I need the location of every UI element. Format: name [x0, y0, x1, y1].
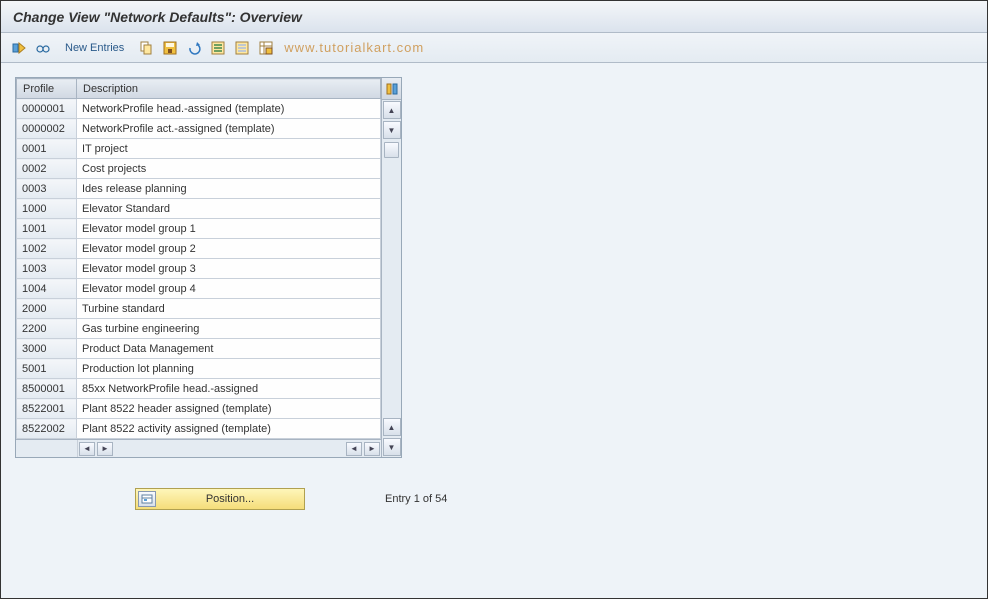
profile-cell[interactable]: 1002 [17, 239, 77, 259]
table-row[interactable]: 850000185xx NetworkProfile head.-assigne… [17, 379, 381, 399]
position-button[interactable]: Position... [135, 488, 305, 510]
table-row[interactable]: 2200Gas turbine engineering [17, 319, 381, 339]
description-cell[interactable]: Elevator Standard [77, 199, 381, 219]
scroll-thumb[interactable] [384, 142, 399, 158]
table-row[interactable]: 1000Elevator Standard [17, 199, 381, 219]
profile-cell[interactable]: 5001 [17, 359, 77, 379]
description-cell[interactable]: 85xx NetworkProfile head.-assigned [77, 379, 381, 399]
entry-count-text: Entry 1 of 54 [385, 493, 447, 505]
select-all-icon[interactable] [208, 38, 228, 58]
title-bar: Change View "Network Defaults": Overview [1, 1, 987, 33]
table-row[interactable]: 5001Production lot planning [17, 359, 381, 379]
table-row[interactable]: 8522001Plant 8522 header assigned (templ… [17, 399, 381, 419]
scroll-right-end-icon[interactable]: ► [364, 442, 380, 456]
table-row[interactable]: 2000Turbine standard [17, 299, 381, 319]
profile-cell[interactable]: 8500001 [17, 379, 77, 399]
horizontal-scrollbar[interactable]: ◄ ► ◄ ► [16, 439, 381, 457]
vertical-scrollbar[interactable]: ▲ ▼ ▲ ▼ [382, 100, 401, 457]
column-header-profile[interactable]: Profile [17, 79, 77, 99]
description-cell[interactable]: Plant 8522 header assigned (template) [77, 399, 381, 419]
profile-cell[interactable]: 2000 [17, 299, 77, 319]
table-row[interactable]: 0002Cost projects [17, 159, 381, 179]
profile-cell[interactable]: 8522002 [17, 419, 77, 439]
table-row[interactable]: 1004Elevator model group 4 [17, 279, 381, 299]
scroll-right-icon[interactable]: ► [97, 442, 113, 456]
side-column: ▲ ▼ ▲ ▼ [381, 78, 401, 457]
data-table: Profile Description 0000001NetworkProfil… [16, 78, 381, 439]
table-row[interactable]: 0000002NetworkProfile act.-assigned (tem… [17, 119, 381, 139]
profile-cell[interactable]: 1004 [17, 279, 77, 299]
description-cell[interactable]: Production lot planning [77, 359, 381, 379]
table-row[interactable]: 8522002Plant 8522 activity assigned (tem… [17, 419, 381, 439]
deselect-all-icon[interactable] [232, 38, 252, 58]
profile-cell[interactable]: 1000 [17, 199, 77, 219]
display-change-toggle-icon[interactable] [9, 38, 29, 58]
description-cell[interactable]: Plant 8522 activity assigned (template) [77, 419, 381, 439]
table-settings-icon[interactable] [256, 38, 276, 58]
profile-cell[interactable]: 0003 [17, 179, 77, 199]
page-title: Change View "Network Defaults": Overview [13, 9, 302, 25]
table-row[interactable]: 0000001NetworkProfile head.-assigned (te… [17, 99, 381, 119]
table-row[interactable]: 1001Elevator model group 1 [17, 219, 381, 239]
save-icon[interactable] [160, 38, 180, 58]
table-row[interactable]: 0003Ides release planning [17, 179, 381, 199]
new-entries-button[interactable]: New Entries [57, 42, 132, 54]
table-row[interactable]: 1003Elevator model group 3 [17, 259, 381, 279]
scroll-up-end-icon[interactable]: ▲ [383, 418, 401, 436]
description-cell[interactable]: Product Data Management [77, 339, 381, 359]
profile-cell[interactable]: 0000001 [17, 99, 77, 119]
profile-cell[interactable]: 8522001 [17, 399, 77, 419]
scroll-left-end-icon[interactable]: ◄ [346, 442, 362, 456]
description-cell[interactable]: Elevator model group 1 [77, 219, 381, 239]
table-row[interactable]: 3000Product Data Management [17, 339, 381, 359]
description-cell[interactable]: Elevator model group 4 [77, 279, 381, 299]
description-cell[interactable]: Gas turbine engineering [77, 319, 381, 339]
profile-cell[interactable]: 0001 [17, 139, 77, 159]
description-cell[interactable]: IT project [77, 139, 381, 159]
configure-columns-icon[interactable] [382, 78, 401, 100]
scroll-left-icon[interactable]: ◄ [79, 442, 95, 456]
profile-cell[interactable]: 0002 [17, 159, 77, 179]
description-cell[interactable]: Elevator model group 2 [77, 239, 381, 259]
description-cell[interactable]: NetworkProfile act.-assigned (template) [77, 119, 381, 139]
column-header-description[interactable]: Description [77, 79, 381, 99]
copy-icon[interactable] [136, 38, 156, 58]
toolbar: New Entries www.tutorialkart.com [1, 33, 987, 63]
profile-cell[interactable]: 3000 [17, 339, 77, 359]
content-area: Profile Description 0000001NetworkProfil… [1, 63, 987, 524]
scroll-down-end-icon[interactable]: ▼ [383, 438, 401, 456]
profile-cell[interactable]: 0000002 [17, 119, 77, 139]
profile-cell[interactable]: 1001 [17, 219, 77, 239]
profile-cell[interactable]: 1003 [17, 259, 77, 279]
table-container: Profile Description 0000001NetworkProfil… [15, 77, 402, 458]
profile-cell[interactable]: 2200 [17, 319, 77, 339]
description-cell[interactable]: Cost projects [77, 159, 381, 179]
description-cell[interactable]: Turbine standard [77, 299, 381, 319]
glasses-icon[interactable] [33, 38, 53, 58]
position-icon [138, 491, 156, 507]
undo-icon[interactable] [184, 38, 204, 58]
description-cell[interactable]: Elevator model group 3 [77, 259, 381, 279]
table-header-row: Profile Description [17, 79, 381, 99]
watermark-text: www.tutorialkart.com [284, 40, 424, 55]
footer-row: Position... Entry 1 of 54 [15, 488, 973, 510]
description-cell[interactable]: Ides release planning [77, 179, 381, 199]
description-cell[interactable]: NetworkProfile head.-assigned (template) [77, 99, 381, 119]
scroll-down-icon[interactable]: ▼ [383, 121, 401, 139]
position-button-label: Position... [162, 493, 298, 505]
scroll-up-icon[interactable]: ▲ [383, 101, 401, 119]
table-row[interactable]: 0001IT project [17, 139, 381, 159]
table-row[interactable]: 1002Elevator model group 2 [17, 239, 381, 259]
